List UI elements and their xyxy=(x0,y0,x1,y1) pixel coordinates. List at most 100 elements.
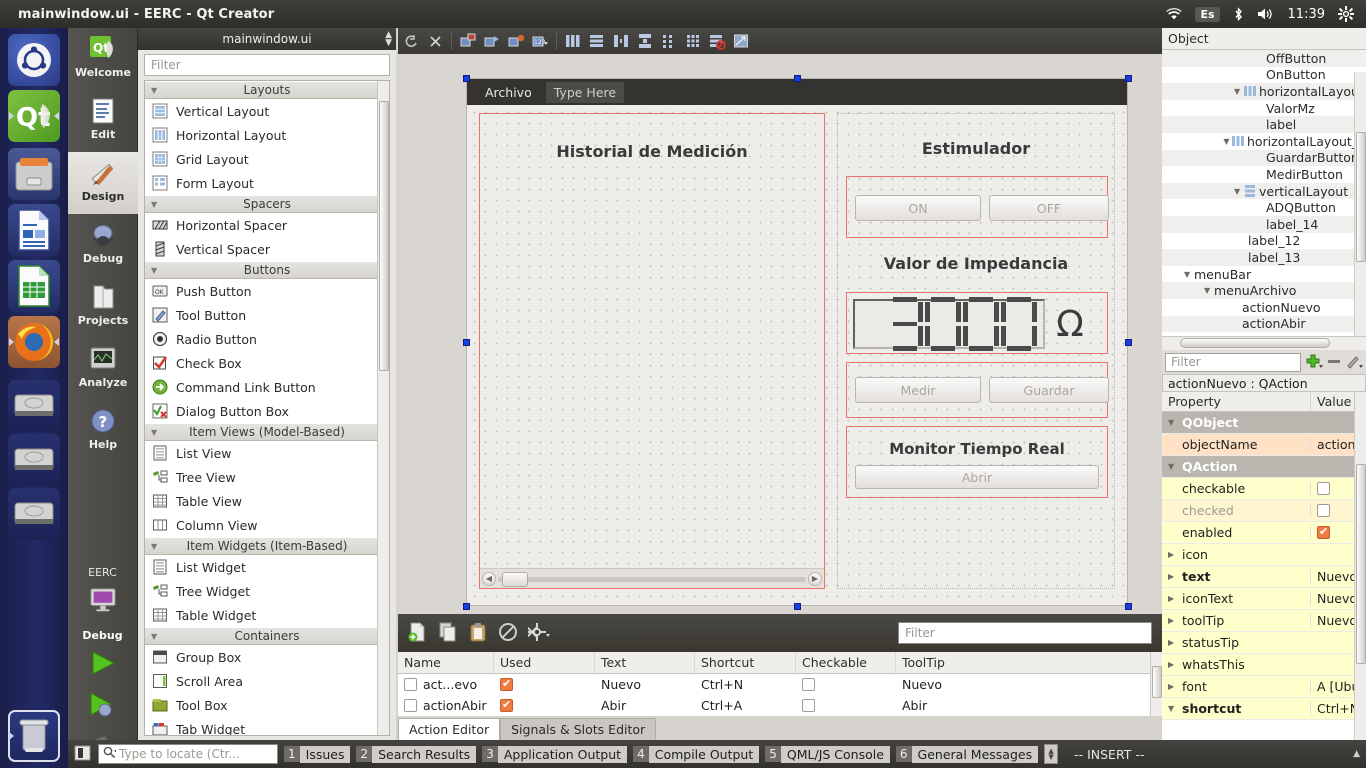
widget-box-scrollbar[interactable] xyxy=(377,81,389,735)
widget-item-tool-box[interactable]: Tool Box xyxy=(145,693,389,717)
widget-category-item-widgets[interactable]: ▼ Item Widgets (Item-Based) xyxy=(145,537,389,555)
widget-item-table-view[interactable]: Table View xyxy=(145,489,389,513)
mode-projects[interactable]: Projects xyxy=(68,276,138,338)
tree-row[interactable]: label_12 xyxy=(1162,233,1366,250)
widget-item-grid-layout[interactable]: Grid Layout xyxy=(145,147,389,171)
guardar-button[interactable]: Guardar xyxy=(989,377,1109,403)
layout-splitter-vertical-icon[interactable] xyxy=(634,30,656,52)
bluetooth-icon[interactable] xyxy=(1233,6,1244,22)
new-action-icon[interactable] xyxy=(408,622,428,645)
lcd-number-valormz[interactable] xyxy=(853,297,1045,351)
property-group-row[interactable]: ▼ QAction xyxy=(1162,456,1366,478)
edit-widgets-icon[interactable] xyxy=(457,30,479,52)
output-pane-general-messages[interactable]: 6 General Messages xyxy=(895,744,1039,764)
property-row[interactable]: enabled xyxy=(1162,522,1366,544)
scrollbar-thumb[interactable] xyxy=(1152,666,1162,698)
property-row[interactable]: ▶ iconText Nuevo xyxy=(1162,588,1366,610)
launcher-item-disk-icon[interactable] xyxy=(8,380,60,432)
tree-row[interactable]: ▼ horizontalLayout xyxy=(1162,83,1366,100)
table-row[interactable]: act...evo Nuevo Ctrl+N Nuevo xyxy=(398,674,1162,695)
widget-item-scroll-area[interactable]: Scroll Area xyxy=(145,669,389,693)
kit-selector[interactable] xyxy=(68,579,138,629)
property-row[interactable]: checked xyxy=(1162,500,1366,522)
column-header-tooltip[interactable]: ToolTip xyxy=(896,652,1162,673)
layout-horizontally-icon[interactable] xyxy=(562,30,584,52)
paste-icon[interactable] xyxy=(468,622,488,645)
tree-row[interactable]: GuardarButton xyxy=(1162,149,1366,167)
widget-item-push-button[interactable]: OK Push Button xyxy=(145,279,389,303)
historial-horizontal-scrollbar[interactable]: ◀ ▶ xyxy=(480,568,824,588)
used-checkbox[interactable] xyxy=(500,677,513,691)
delete-icon[interactable] xyxy=(498,622,518,645)
mode-welcome[interactable]: Qt Welcome xyxy=(68,28,138,90)
tree-row[interactable]: label xyxy=(1162,116,1366,133)
widget-item-group-box[interactable]: Group Box xyxy=(145,645,389,669)
layout-vertically-icon[interactable] xyxy=(586,30,608,52)
debug-button[interactable] xyxy=(68,684,138,726)
adjust-size-icon[interactable] xyxy=(730,30,752,52)
tree-row[interactable]: actionNuevo xyxy=(1162,299,1366,316)
break-layout-icon[interactable] xyxy=(706,30,728,52)
valor-layout[interactable]: Ω xyxy=(846,292,1108,354)
action-editor-filter[interactable]: Filter xyxy=(898,622,1152,644)
widget-category-layouts[interactable]: ▼ Layouts xyxy=(145,81,389,99)
chevron-down-icon[interactable]: ▼ xyxy=(1234,187,1244,196)
scrollbar-handle[interactable] xyxy=(502,572,528,587)
tree-row[interactable]: actionAbir xyxy=(1162,315,1366,333)
medir-button[interactable]: Medir xyxy=(855,377,981,403)
output-pane-spinner-icon[interactable]: ▲ ▼ xyxy=(1044,744,1059,764)
chevron-right-icon[interactable]: ▶ xyxy=(1168,550,1178,559)
main-window-form[interactable]: Archivo Type Here Historial de Medición … xyxy=(466,78,1128,606)
resize-handle-middle-left[interactable] xyxy=(463,339,470,346)
output-pane-qml-js-console[interactable]: 5 QML/JS Console xyxy=(765,744,890,764)
layout-splitter-horizontal-icon[interactable] xyxy=(610,30,632,52)
launcher-item-files-icon[interactable] xyxy=(8,148,60,200)
row-checkbox[interactable] xyxy=(404,678,417,691)
resize-handle-middle-right[interactable] xyxy=(1125,339,1132,346)
action-editor-table[interactable]: Name Used Text Shortcut Checkable ToolTi… xyxy=(398,652,1162,716)
property-row[interactable]: objectNameactionNuevo xyxy=(1162,434,1366,456)
launcher-item-libreoffice-calc-icon[interactable] xyxy=(8,260,60,312)
property-row[interactable]: ▶ toolTip Nuevo xyxy=(1162,610,1366,632)
chevron-right-icon[interactable]: ▶ xyxy=(1168,660,1178,669)
column-header-shortcut[interactable]: Shortcut xyxy=(695,652,796,673)
property-row[interactable]: ▶ icon xyxy=(1162,544,1366,566)
checkable-checkbox[interactable] xyxy=(1317,482,1330,495)
widget-item-tool-button[interactable]: Tool Button xyxy=(145,303,389,327)
widget-item-radio-button[interactable]: Radio Button xyxy=(145,327,389,351)
widget-category-buttons[interactable]: ▼ Buttons xyxy=(145,261,389,279)
tree-row[interactable]: label_14 xyxy=(1162,215,1366,233)
onoff-layout[interactable]: ON OFF xyxy=(846,176,1109,238)
chevron-down-icon[interactable]: ▼ xyxy=(1223,137,1232,146)
chevron-down-icon[interactable]: ▼ xyxy=(1234,87,1244,96)
scrollbar-thumb[interactable] xyxy=(1356,132,1366,262)
estimulador-group[interactable]: Estimulador ON OFF Valor de Impedancia Ω… xyxy=(837,113,1115,589)
chevron-right-icon[interactable]: ▶ xyxy=(1168,638,1178,647)
resize-handle-top-left[interactable] xyxy=(463,75,470,82)
launcher-item-qtcreator-icon[interactable]: Qt xyxy=(8,90,60,142)
scroll-up-icon[interactable]: ▲ xyxy=(1353,749,1360,759)
row-checkbox[interactable] xyxy=(404,699,417,712)
widget-item-horizontal-layout[interactable]: Horizontal Layout xyxy=(145,123,389,147)
property-row[interactable]: checkable xyxy=(1162,478,1366,500)
launcher-item-trash-icon[interactable] xyxy=(8,710,60,762)
widget-category-item-views[interactable]: ▼ Item Views (Model-Based) xyxy=(145,423,389,441)
output-pane-application-output[interactable]: 3 Application Output xyxy=(482,744,628,764)
property-grid-scrollbar[interactable] xyxy=(1354,392,1366,740)
widget-box-list[interactable]: ▼ Layouts Vertical Layout Horizontal Layo… xyxy=(144,80,390,736)
on-button[interactable]: ON xyxy=(855,195,981,221)
historial-group[interactable]: Historial de Medición ◀ ▶ xyxy=(479,113,825,589)
checked-checkbox[interactable] xyxy=(1317,504,1330,517)
resize-handle-bottom-left[interactable] xyxy=(463,603,470,610)
mode-design[interactable]: Design xyxy=(68,152,138,214)
back-arrow-icon[interactable] xyxy=(400,30,422,52)
wifi-icon[interactable] xyxy=(1166,7,1183,21)
tree-row[interactable]: OnButton xyxy=(1162,67,1366,84)
layout-form-icon[interactable] xyxy=(658,30,680,52)
column-header-used[interactable]: Used xyxy=(494,652,595,673)
chevron-right-icon[interactable]: ▶ xyxy=(1168,682,1178,691)
scroll-right-arrow-icon[interactable]: ▶ xyxy=(808,571,822,586)
tree-row[interactable]: ▼ horizontalLayout_9 xyxy=(1162,133,1366,150)
object-column-header[interactable]: Object xyxy=(1168,31,1209,46)
column-header-property[interactable]: Property xyxy=(1162,392,1310,411)
